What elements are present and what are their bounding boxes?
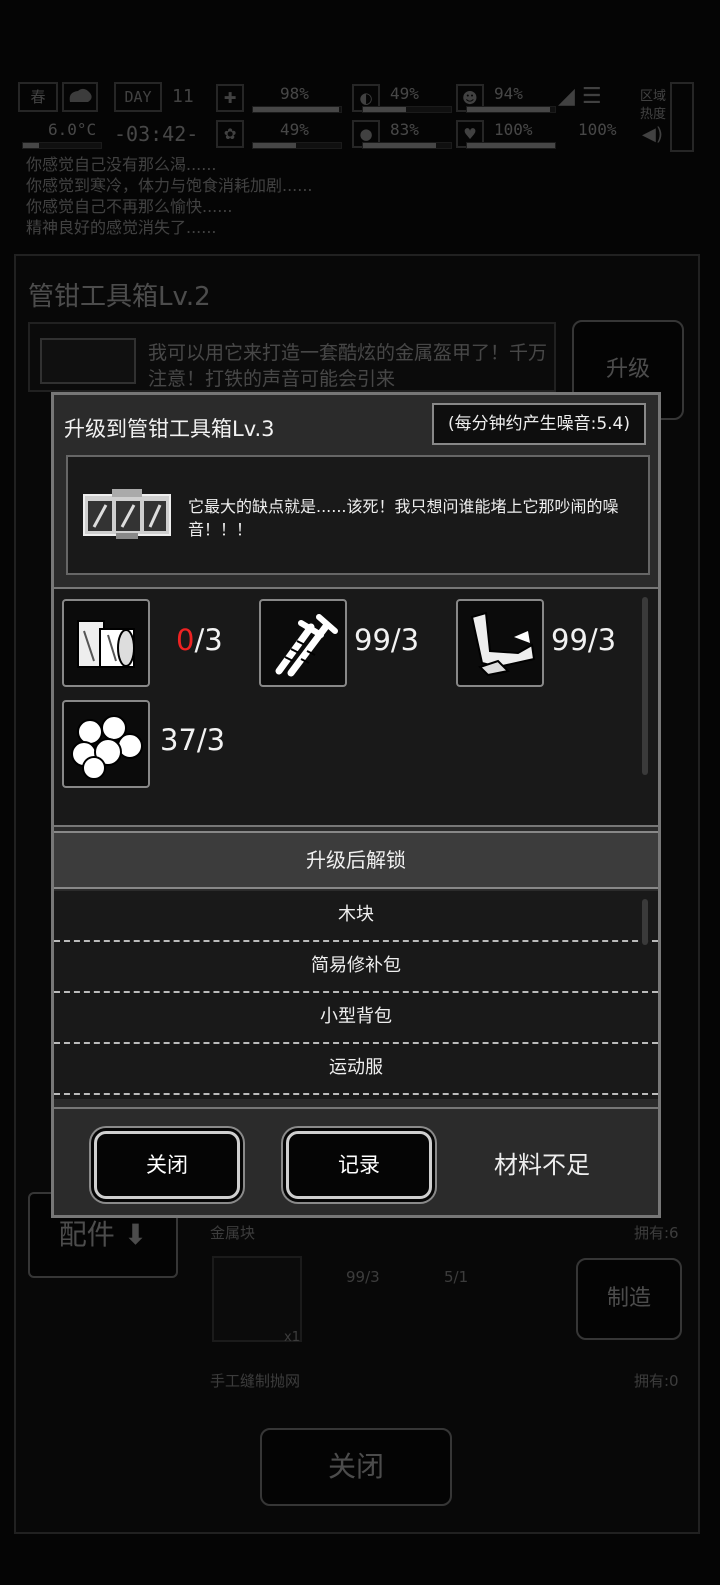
material-count-scrap-metal: 99/3 [551,623,616,657]
toolbox-icon [80,487,174,541]
unlock-item[interactable]: 小型背包 [54,993,658,1044]
mood-value: 49% [280,120,309,139]
wood-planks-icon [77,620,135,668]
upgrade-dialog: 升级到管钳工具箱Lv.3 (每分钟约产生噪音:5.4) 它最大的缺点就是....… [51,392,661,1218]
temperature-readout: 6.0°C [48,120,97,139]
heat-meter [670,82,694,152]
materials-grid: 0/3 99/3 99/3 37/3 [54,587,658,827]
equipment-icon: ◢ ☰ [558,84,602,109]
speaker-icon[interactable]: ◀) [642,124,663,145]
equipment-value: 100% [578,120,617,139]
screen: 春 6.0°C DAY 11 -03:42- ✚ 98% ◐ 49% ☻ 94%… [0,0,720,1585]
material-have-screws: 99 [354,623,391,657]
hunger-bar [362,106,452,113]
dialog-title: 升级到管钳工具箱Lv.3 [64,417,275,441]
temperature-bar [22,142,102,149]
panel-close-button[interactable]: 关闭 [260,1428,452,1506]
craft-button[interactable]: 制造 [576,1258,682,1340]
unlock-scrollbar[interactable] [642,899,648,945]
material-need-cotton: /3 [196,723,226,757]
material-need-wood: /3 [194,623,223,657]
log-line: 你感觉自己不再那么愉快...... [26,197,233,216]
next-recipe-owned: 拥有:0 [634,1372,679,1390]
material-need-screws: /3 [390,623,420,657]
panel-desc-box: 我可以用它来打造一套酷炫的金属盔甲了！千万注意！打铁的声音可能会引来 [28,322,556,392]
dialog-footer: 关闭 记录 材料不足 [54,1107,658,1215]
cotton-balls-icon [71,715,143,780]
heart-bar [466,142,556,149]
material-need-scrap-metal: /3 [587,623,617,657]
recipe-mat1: 99/3 [346,1268,380,1286]
noise-badge: (每分钟约产生噪音:5.4) [431,403,646,445]
unlock-header: 升级后解锁 [54,831,658,889]
material-count-wood: 0/3 [176,623,223,657]
material-slot-scrap-metal[interactable] [456,599,544,687]
health-value: 98% [280,84,309,103]
material-count-screws: 99/3 [354,623,419,657]
recipe-quantity: x1 [284,1330,300,1345]
first-aid-icon: ✚ [216,84,244,112]
material-count-cotton: 37/3 [160,723,225,757]
brain-icon: ✿ [216,120,244,148]
area-heat-label: 区域 热度 [640,88,666,124]
log-line: 你感觉到寒冷，体力与饱食消耗加剧...... [26,176,313,195]
thirst-value: 83% [390,120,419,139]
weather-icon [62,82,98,112]
screws-icon [275,614,338,677]
recipe-mat2: 5/1 [444,1268,469,1286]
record-button[interactable]: 记录 [286,1131,432,1199]
next-recipe-name: 手工缝制抛网 [210,1372,301,1390]
insufficient-status: 材料不足 [494,1151,590,1179]
day-number: 11 [172,86,194,107]
heart-value: 100% [494,120,533,139]
close-button[interactable]: 关闭 [94,1131,240,1199]
material-slot-screws[interactable] [259,599,347,687]
panel-title: 管钳工具箱Lv.2 [28,282,211,312]
stamina-value: 94% [494,84,523,103]
toolbox-icon [40,338,136,384]
stamina-bar [466,106,556,113]
status-hud: 春 6.0°C DAY 11 -03:42- ✚ 98% ◐ 49% ☻ 94%… [18,80,702,154]
season-badge: 春 [18,82,58,112]
area-label-1: 区域 [640,89,667,104]
log-line: 精神良好的感觉消失了...... [26,218,217,237]
mood-bar [252,142,342,149]
area-label-2: 热度 [640,107,667,122]
panel-desc: 我可以用它来打造一套酷炫的金属盔甲了！千万注意！打铁的声音可能会引来 [148,342,548,390]
parts-label: 配件 [58,1218,115,1251]
description-text: 它最大的缺点就是......该死！我只想问谁能堵上它那吵闹的噪音！！！ [188,497,619,539]
game-clock: -03:42- [114,122,199,146]
unlock-list: 木块 简易修补包 小型背包 运动服 [54,891,658,1099]
hunger-value: 49% [390,84,419,103]
thirst-bar [362,142,452,149]
log-line: 你感觉自己没有那么渴...... [26,155,217,174]
day-badge: DAY [114,82,162,112]
recipe-owned: 拥有:6 [634,1224,679,1242]
scrap-metal-icon [470,611,536,677]
message-log: 你感觉自己没有那么渴...... 你感觉到寒冷，体力与饱食消耗加剧...... … [26,154,313,238]
recipe-name: 金属块 [210,1224,256,1242]
material-have-wood: 0 [176,623,195,657]
health-bar [252,106,342,113]
material-have-scrap-metal: 99 [551,623,588,657]
material-slot-wood[interactable] [62,599,150,687]
material-slot-cotton[interactable] [62,700,150,788]
unlock-item[interactable]: 木块 [54,891,658,942]
description-box: 它最大的缺点就是......该死！我只想问谁能堵上它那吵闹的噪音！！！ [66,455,650,575]
unlock-item[interactable]: 简易修补包 [54,942,658,993]
material-have-cotton: 37 [160,723,197,757]
unlock-item[interactable]: 运动服 [54,1044,658,1095]
materials-scrollbar[interactable] [642,597,648,775]
